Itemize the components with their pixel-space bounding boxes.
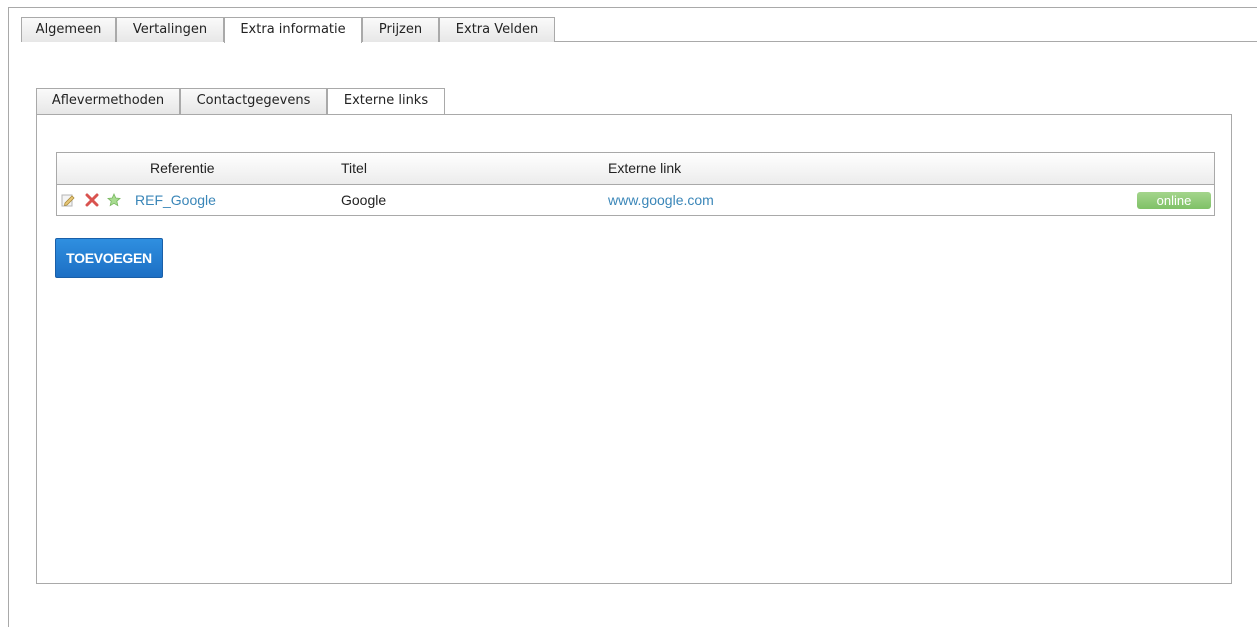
column-header-titel[interactable]: Titel <box>341 153 367 184</box>
referentie-link[interactable]: REF_Google <box>135 185 216 215</box>
tab-vertalingen[interactable]: Vertalingen <box>116 17 224 42</box>
add-button[interactable]: TOEVOEGEN <box>55 238 163 278</box>
tab-externe-links[interactable]: Externe links <box>327 88 445 115</box>
delete-icon[interactable] <box>85 193 99 207</box>
titel-cell: Google <box>341 192 387 208</box>
edit-icon[interactable] <box>61 193 75 207</box>
table-header: Referentie Titel Externe link <box>57 153 1214 185</box>
inner-tab-bar: Aflevermethoden Contactgegevens Externe … <box>36 88 1232 115</box>
tab-contactgegevens[interactable]: Contactgegevens <box>180 88 327 114</box>
tab-extra-informatie[interactable]: Extra informatie <box>224 17 362 43</box>
tab-algemeen[interactable]: Algemeen <box>21 17 116 42</box>
table-row: REF_Google Google www.google.com online <box>57 185 1214 215</box>
column-header-externe-link[interactable]: Externe link <box>608 153 681 184</box>
status-badge[interactable]: online <box>1137 192 1211 209</box>
external-links-table: Referentie Titel Externe link REF_Google… <box>56 152 1215 216</box>
top-tab-bar: Algemeen Vertalingen Extra informatie Pr… <box>21 17 1257 43</box>
tab-extra-velden[interactable]: Extra Velden <box>439 17 555 42</box>
column-header-referentie[interactable]: Referentie <box>150 153 215 184</box>
tab-prijzen[interactable]: Prijzen <box>362 17 439 42</box>
star-icon[interactable] <box>107 193 121 207</box>
tab-aflevermethoden[interactable]: Aflevermethoden <box>36 88 180 114</box>
external-link[interactable]: www.google.com <box>608 185 714 215</box>
